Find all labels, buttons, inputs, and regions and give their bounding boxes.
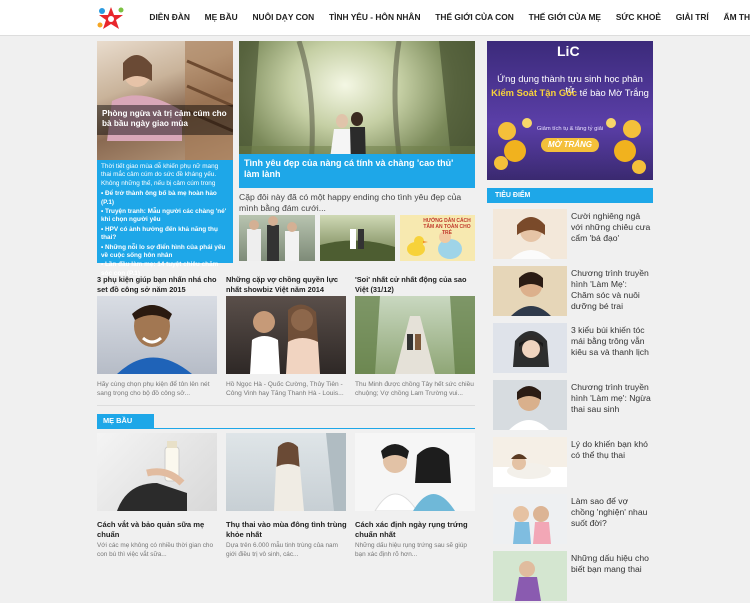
ad-brand-logo: LiC <box>557 43 580 59</box>
sidebar-item[interactable]: Chương trình truyền hình 'Làm Mẹ': Chăm … <box>493 266 653 318</box>
feature-left-intro: Thời tiết giao mùa dễ khiến phụ nữ mang … <box>101 163 219 187</box>
sidebar-item-title[interactable]: Chương trình truyền hình 'Làm Mẹ': Chăm … <box>571 268 651 312</box>
nav-item-am-thuc[interactable]: ẨM THỰC <box>716 0 750 36</box>
nav-item-the-gioi-cua-con[interactable]: THẾ GIỚI CỦA CON <box>428 0 521 36</box>
main-menu: DIỄN ĐÀN MẸ BẦU NUÔI DẠY CON TÌNH YÊU - … <box>142 0 750 36</box>
sidebar-ad-banner[interactable]: LiC Ứng dụng thành tựu sinh học phân tử … <box>487 41 653 180</box>
ad-subtext: Giảm tích tụ & tăng tỷ giải <box>536 126 604 132</box>
article-title[interactable]: 3 phụ kiện giúp bạn nhấn nhá cho set đồ … <box>97 275 219 294</box>
sidebar-item-title[interactable]: Những dấu hiệu cho biết bạn mang thai <box>571 553 651 575</box>
sidebar-item[interactable]: Chương trình truyền hình 'Làm mẹ': Ngừa … <box>493 380 653 432</box>
nav-item-suc-khoe[interactable]: SỨC KHOẺ <box>608 0 668 36</box>
sidebar-item[interactable]: Cười nghiêng ngả với những chiêu cưa cẩm… <box>493 209 653 261</box>
link-item[interactable]: • Những nỗi lo sợ điển hình của phái yếu… <box>101 244 229 261</box>
article-title[interactable]: Cách xác định ngày rụng trứng chuẩn nhất <box>355 520 475 539</box>
nav-item-giai-tri[interactable]: GIẢI TRÍ <box>668 0 716 36</box>
sidebar-thumb[interactable] <box>493 323 567 373</box>
divider <box>97 405 475 406</box>
article-image[interactable] <box>97 296 217 374</box>
sidebar-item-title[interactable]: Chương trình truyền hình 'Làm mẹ': Ngừa … <box>571 382 651 415</box>
sidebar-thumb[interactable] <box>493 380 567 430</box>
feature-main-summary: Cặp đôi này đã có một happy ending cho t… <box>239 192 462 213</box>
feature-main-caption[interactable]: Tình yêu đẹp của nàng cá tính và chàng '… <box>239 154 475 188</box>
article-title[interactable]: Thụ thai vào mùa đông tình trùng khỏe nh… <box>226 520 348 539</box>
nav-item-dien-dan[interactable]: DIỄN ĐÀN <box>142 0 197 36</box>
sidebar-item[interactable]: 3 kiểu búi khiến tóc mái bằng trông vẫn … <box>493 323 653 375</box>
sidebar-item[interactable]: Những dấu hiệu cho biết bạn mang thai <box>493 551 653 603</box>
feature-thumb-1[interactable] <box>239 215 315 261</box>
section-underline <box>97 428 475 429</box>
link-item[interactable]: • Để trở thành ông bố bà mẹ hoàn hảo (P.… <box>101 190 229 207</box>
article-image[interactable] <box>226 433 346 511</box>
article-image[interactable] <box>355 296 475 374</box>
sidebar-item[interactable]: Lý do khiến bạn khó có thể thụ thai <box>493 437 653 489</box>
sidebar-thumb[interactable] <box>493 266 567 316</box>
site-logo[interactable] <box>96 5 126 32</box>
article-title[interactable]: 'Soi' nhất cử nhất động của sao Việt (31… <box>355 275 475 294</box>
feature-left-image[interactable] <box>97 41 233 160</box>
sidebar-item-title[interactable]: 3 kiểu búi khiến tóc mái bằng trông vẫn … <box>571 325 651 358</box>
feature-thumb-3[interactable]: HƯỚNG DẪN CÁCH TẮM AN TOÀN CHO TRẺ <box>400 215 475 261</box>
link-item[interactable]: • Truyện tranh: Mẫu người các chàng 'né'… <box>101 208 229 225</box>
sidebar-item-title[interactable]: Cười nghiêng ngả với những chiêu cưa cẩm… <box>571 211 651 244</box>
ad-highlight-text: Kiểm Soát Tận Gốc <box>491 87 578 98</box>
sidebar-thumb[interactable] <box>493 551 567 601</box>
ad-cta-button[interactable]: MỜ TRẮNG <box>541 138 599 152</box>
sidebar-item-title[interactable]: Làm sao để vợ chồng 'nghiện' nhau suốt đ… <box>571 496 651 529</box>
ad-highlight-tail: tế bào Mờ Trắng <box>579 87 649 98</box>
sidebar-title[interactable]: TIÊU ĐIỂM <box>487 188 653 203</box>
article-desc: Thu Minh được chồng Tây hết sức chiều ch… <box>355 381 474 397</box>
nav-item-the-gioi-cua-me[interactable]: THẾ GIỚI CỦA MẸ <box>521 0 608 36</box>
article-desc: Hồ Ngọc Hà - Quốc Cường, Thủy Tiên - Côn… <box>226 381 344 397</box>
nav-item-tinh-yeu-hon-nhan[interactable]: TÌNH YÊU - HÔN NHÂN <box>322 0 428 36</box>
sidebar-thumb[interactable] <box>493 209 567 259</box>
bath-guide-text: HƯỚNG DẪN CÁCH TẮM AN TOÀN CHO TRẺ <box>423 218 471 236</box>
top-navigation-bar: DIỄN ĐÀN MẸ BẦU NUÔI DẠY CON TÌNH YÊU - … <box>0 0 750 36</box>
article-title[interactable]: Những cặp vợ chồng quyền lực nhất showbi… <box>226 275 348 294</box>
section-label-me-bau[interactable]: MẸ BẦU <box>97 414 154 428</box>
article-image[interactable] <box>355 433 475 511</box>
sidebar-item[interactable]: Làm sao để vợ chồng 'nghiện' nhau suốt đ… <box>493 494 653 546</box>
feature-left-caption[interactable]: Phòng ngừa và trị cảm cúm cho bà bầu ngà… <box>97 105 233 135</box>
sidebar-item-title[interactable]: Lý do khiến bạn khó có thể thụ thai <box>571 439 651 461</box>
nav-item-nuoi-day-con[interactable]: NUÔI DẠY CON <box>245 0 322 36</box>
ad-highlight: Kiểm Soát Tận Gốc tế bào Mờ Trắng <box>491 87 649 98</box>
article-desc: Dựa trên 6.000 mẫu tinh trùng của nam gi… <box>226 542 338 558</box>
link-item[interactable]: • HPV có ảnh hưởng đến khả năng thụ thai… <box>101 226 229 243</box>
article-desc: Hãy cùng chọn phụ kiện để tôn lên nét sa… <box>97 381 210 397</box>
article-title[interactable]: Cách vắt và bảo quản sữa mẹ chuẩn <box>97 520 219 539</box>
feature-thumb-2[interactable] <box>320 215 395 261</box>
feature-left-links: Thời tiết giao mùa dễ khiến phụ nữ mang … <box>97 160 233 277</box>
sidebar-thumb[interactable] <box>493 437 567 487</box>
article-desc: Với các mẹ không có nhiều thời gian cho … <box>97 542 214 558</box>
sidebar-thumb[interactable] <box>493 494 567 544</box>
article-image[interactable] <box>97 433 217 511</box>
article-image[interactable] <box>226 296 346 374</box>
article-desc: Những dấu hiệu rụng trứng sau sẽ giúp bạ… <box>355 542 467 558</box>
nav-item-me-bau[interactable]: MẸ BẦU <box>197 0 245 36</box>
